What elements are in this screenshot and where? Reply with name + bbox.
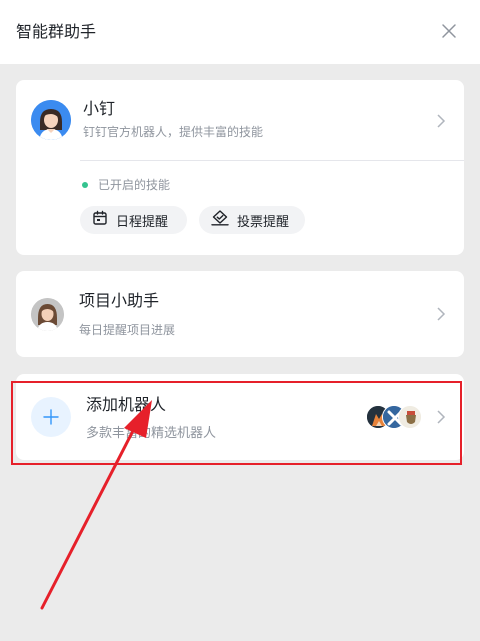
card-divider (80, 160, 464, 161)
skill-chip-schedule[interactable]: 日程提醒 (80, 206, 187, 234)
project-assistant-avatar (31, 298, 64, 331)
add-robot-description: 多款丰富的精选机器人 (86, 426, 217, 441)
project-assistant-description: 每日提醒项目进展 (79, 323, 176, 337)
skill-chip-label: 日程提醒 (116, 214, 169, 230)
xiaoding-avatar (31, 100, 71, 140)
xiaoding-description: 钉钉官方机器人，提供丰富的技能 (83, 125, 264, 139)
vote-icon (211, 210, 237, 230)
add-robot-name: 添加机器人 (86, 395, 167, 414)
chevron-right-icon (436, 113, 446, 129)
add-robot-card[interactable]: 添加机器人 多款丰富的精选机器人 (16, 374, 464, 460)
calendar-icon (92, 210, 116, 230)
panel-header: 智能群助手 (0, 0, 480, 64)
chevron-right-icon (436, 306, 446, 322)
skill-chip-vote[interactable]: 投票提醒 (199, 206, 305, 234)
project-assistant-card[interactable]: 项目小助手 每日提醒项目进展 (16, 271, 464, 357)
close-icon[interactable] (440, 22, 458, 40)
chevron-right-icon (436, 409, 446, 425)
featured-robots-avatars (366, 405, 422, 429)
xiaoding-name: 小钉 (83, 99, 116, 118)
robot-avatar-crest-icon (398, 405, 422, 429)
xiaoding-card[interactable]: 小钉 钉钉官方机器人，提供丰富的技能 已开启的技能 日程提醒 投票提醒 (16, 80, 464, 255)
skill-chip-label: 投票提醒 (237, 214, 290, 230)
enabled-skills-label: 已开启的技能 (98, 178, 171, 192)
panel-title: 智能群助手 (16, 22, 97, 41)
project-assistant-name: 项目小助手 (79, 291, 160, 310)
status-dot (82, 182, 88, 188)
add-robot-button[interactable] (31, 397, 71, 437)
